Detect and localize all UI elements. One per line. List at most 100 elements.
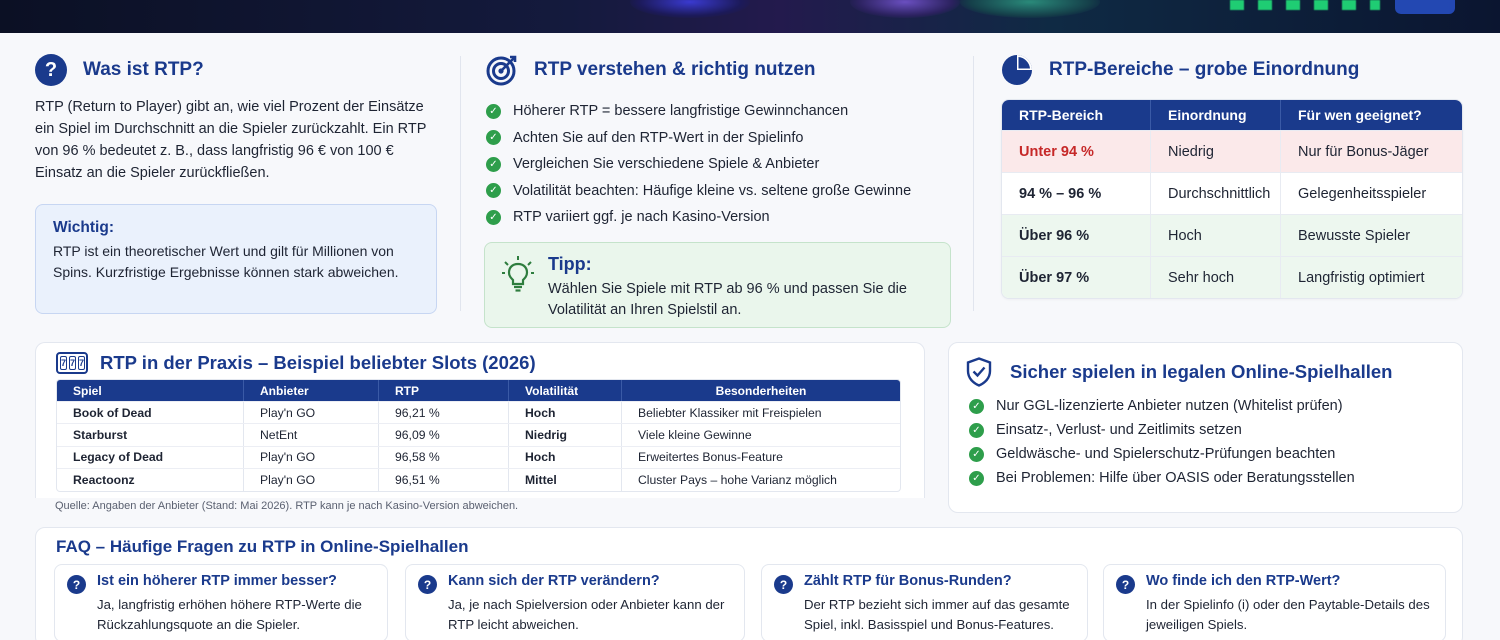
list-item-label: Höherer RTP = bessere langfristige Gewin…	[513, 103, 849, 120]
faq-answer: In der Spielinfo (i) oder den Paytable-D…	[1146, 597, 1430, 632]
casino-chip-image	[960, 0, 1100, 18]
table-row: Reactoonz Play'n GO 96,51 % Mittel Clust…	[57, 468, 900, 491]
column-header: Anbieter	[243, 380, 378, 401]
important-note-title: Wichtig:	[53, 219, 114, 236]
rtp-usage-header: RTP verstehen & richtig nutzen	[486, 54, 956, 86]
table-cell: 96,51 %	[378, 469, 508, 491]
question-circle-icon: ?	[774, 575, 793, 594]
faq-item[interactable]: ? Ist ein höherer RTP immer besser? Ja, …	[54, 564, 388, 640]
table-cell: Beliebter Klassiker mit Freispielen	[621, 402, 900, 424]
table-cell: Nur für Bonus-Jäger	[1280, 131, 1462, 172]
important-note-text: RTP ist ein theoretischer Wert und gilt …	[53, 243, 399, 280]
hero-banner-image	[0, 0, 1500, 33]
tip-title: Tipp:	[548, 254, 592, 274]
important-note: Wichtig: RTP ist ein theoretischer Wert …	[35, 204, 437, 314]
column-divider	[460, 56, 461, 311]
table-cell: Niedrig	[1150, 131, 1280, 172]
faq-title: FAQ – Häufige Fragen zu RTP in Online-Sp…	[56, 537, 469, 556]
rtp-ranges-header: RTP-Bereiche – grobe Einordnung	[1001, 54, 1463, 86]
column-header: Für wen geeignet?	[1280, 100, 1462, 130]
table-row: 94 % – 96 % Durchschnittlich Gelegenheit…	[1002, 172, 1462, 214]
table-header-row: Spiel Anbieter RTP Volatilität Besonderh…	[57, 380, 900, 401]
safe-play-header: Sicher spielen in legalen Online-Spielha…	[966, 356, 1392, 388]
table-cell: Gelegenheitsspieler	[1280, 173, 1462, 214]
question-circle-icon: ?	[418, 575, 437, 594]
casino-chip-image	[850, 0, 960, 18]
list-item-label: Vergleichen Sie verschiedene Spiele & An…	[513, 156, 820, 173]
table-cell: Starburst	[73, 428, 128, 443]
table-cell: Hoch	[508, 402, 621, 424]
table-cell: Play'n GO	[243, 469, 378, 491]
list-item-label: Geldwäsche- und Spielerschutz-Prüfungen …	[996, 446, 1336, 462]
faq-question: Zählt RTP für Bonus-Runden?	[804, 573, 1012, 589]
rtp-usage-title: RTP verstehen & richtig nutzen	[534, 59, 816, 80]
check-circle-icon: ✓	[486, 209, 501, 225]
column-header: RTP	[378, 380, 508, 401]
slot-reel-glyph: 7	[78, 356, 86, 370]
table-header-row: RTP-Bereich Einordnung Für wen geeignet?	[1002, 100, 1462, 130]
slots-card: 7 7 7 RTP in der Praxis – Beispiel belie…	[35, 342, 925, 498]
list-item-label: Achten Sie auf den RTP-Wert in der Spiel…	[513, 129, 804, 146]
question-circle-icon: ?	[35, 54, 67, 86]
safe-play-card: Sicher spielen in legalen Online-Spielha…	[948, 342, 1463, 513]
table-row: Unter 94 % Niedrig Nur für Bonus-Jäger	[1002, 130, 1462, 172]
slots-table: Spiel Anbieter RTP Volatilität Besonderh…	[56, 379, 901, 492]
table-cell: Reactoonz	[73, 472, 135, 487]
what-is-rtp-title: Was ist RTP?	[83, 59, 204, 80]
rtp-ranges-section: RTP-Bereiche – grobe Einordnung	[1001, 54, 1463, 86]
check-circle-icon: ✓	[969, 422, 984, 438]
faq-item[interactable]: ? Wo finde ich den RTP-Wert? In der Spie…	[1103, 564, 1446, 640]
table-cell: Erweitertes Bonus-Feature	[621, 446, 900, 469]
faq-item[interactable]: ? Zählt RTP für Bonus-Runden? Der RTP be…	[761, 564, 1088, 640]
table-cell: Langfristig optimiert	[1280, 257, 1462, 298]
faq-item[interactable]: ? Kann sich der RTP verändern? Ja, je na…	[405, 564, 745, 640]
table-row: Über 96 % Hoch Bewusste Spieler	[1002, 214, 1462, 256]
table-cell: 96,21 %	[378, 402, 508, 424]
faq-answer: Ja, langfristig erhöhen höhere RTP-Werte…	[97, 597, 362, 632]
check-circle-icon: ✓	[486, 183, 501, 199]
table-cell: Play'n GO	[243, 402, 378, 424]
column-header: Besonderheiten	[621, 380, 900, 401]
table-cell: 96,09 %	[378, 424, 508, 446]
list-item: ✓ Höherer RTP = bessere langfristige Gewi…	[486, 98, 956, 125]
table-row: Über 97 % Sehr hoch Langfristig optimier…	[1002, 256, 1462, 298]
casino-chip-image	[630, 0, 750, 18]
neon-light-image	[1230, 0, 1380, 10]
source-note: Quelle: Angaben der Anbieter (Stand: Mai…	[55, 500, 519, 512]
rtp-usage-section: RTP verstehen & richtig nutzen ✓ Höherer …	[486, 54, 956, 231]
check-circle-icon: ✓	[486, 156, 501, 172]
list-item-label: Einsatz-, Verlust- und Zeitlimits setzen	[996, 422, 1242, 438]
faq-answer: Ja, je nach Spielversion oder Anbieter k…	[448, 597, 725, 632]
neon-light-image	[1395, 0, 1455, 14]
slots-header: 7 7 7 RTP in der Praxis – Beispiel belie…	[56, 347, 536, 379]
faq-question: Wo finde ich den RTP-Wert?	[1146, 573, 1341, 589]
rtp-usage-list: ✓ Höherer RTP = bessere langfristige Gewi…	[486, 98, 956, 231]
table-cell: NetEnt	[243, 424, 378, 446]
column-header: Einordnung	[1150, 100, 1280, 130]
column-header: Spiel	[73, 383, 102, 398]
list-item: ✓ Volatilität beachten: Häufige kleine vs…	[486, 178, 956, 205]
table-cell: Hoch	[1150, 215, 1280, 256]
question-circle-icon: ?	[1116, 575, 1135, 594]
table-cell: Hoch	[508, 446, 621, 469]
check-circle-icon: ✓	[969, 398, 984, 414]
table-cell: Viele kleine Gewinne	[621, 424, 900, 446]
slot-reel-glyph: 7	[60, 356, 68, 370]
list-item: ✓ Nur GGL-lizenzierte Anbieter nutzen (Wh…	[969, 394, 1355, 418]
table-cell: Über 97 %	[1019, 269, 1090, 286]
safe-play-title: Sicher spielen in legalen Online-Spielha…	[1010, 361, 1393, 382]
list-item: ✓ Vergleichen Sie verschiedene Spiele & A…	[486, 151, 956, 178]
table-cell: 94 % – 96 %	[1019, 185, 1102, 202]
table-cell: Book of Dead	[73, 405, 152, 420]
rtp-ranges-table: RTP-Bereich Einordnung Für wen geeignet?…	[1001, 99, 1463, 299]
check-circle-icon: ✓	[486, 103, 501, 119]
list-item-label: Nur GGL-lizenzierte Anbieter nutzen (Whi…	[996, 398, 1343, 414]
table-cell: Durchschnittlich	[1150, 173, 1280, 214]
faq-answer: Der RTP bezieht sich immer auf das gesam…	[804, 597, 1070, 632]
table-row: Book of Dead Play'n GO 96,21 % Hoch Beli…	[57, 401, 900, 424]
lightbulb-icon	[502, 256, 534, 292]
table-cell: Niedrig	[508, 424, 621, 446]
column-divider	[973, 56, 974, 311]
table-cell: Bewusste Spieler	[1280, 215, 1462, 256]
list-item: ✓ Geldwäsche- und Spielerschutz-Prüfungen…	[969, 442, 1355, 466]
